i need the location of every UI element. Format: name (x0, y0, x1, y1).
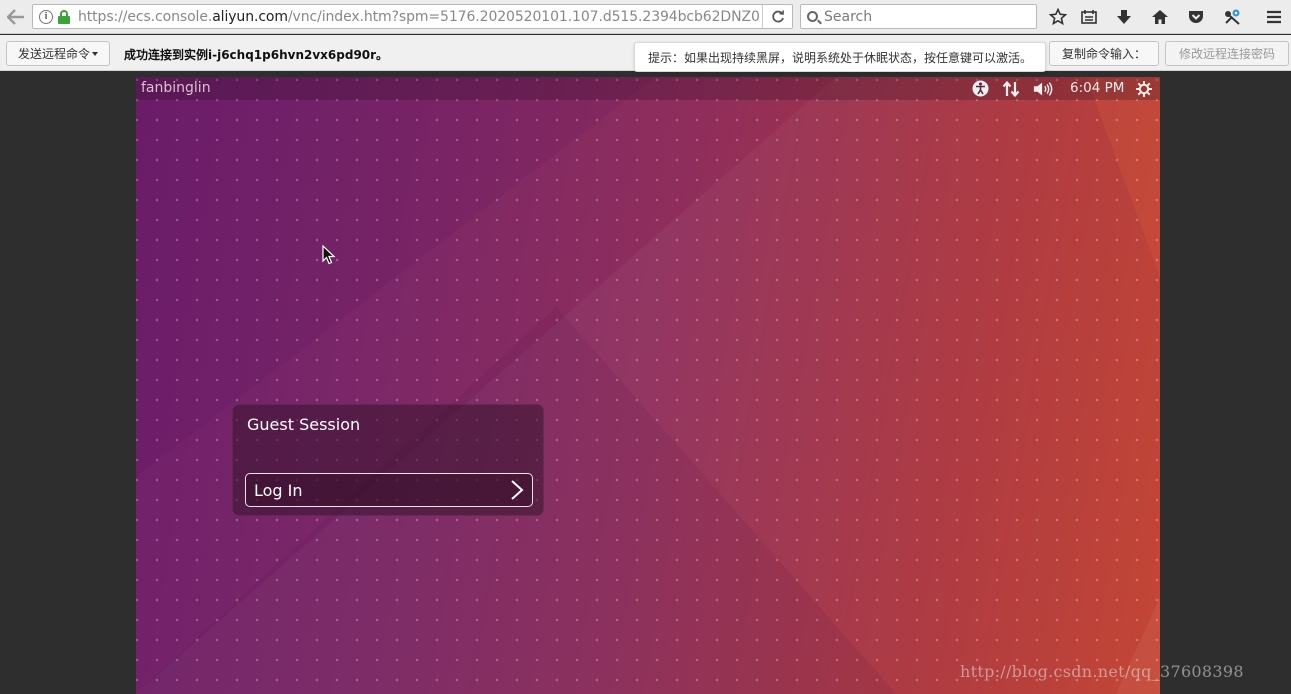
reload-icon[interactable] (762, 5, 792, 28)
extension-icon[interactable] (1218, 3, 1246, 31)
chevron-down-icon (92, 51, 98, 56)
send-remote-command-button[interactable]: 发送远程命令 (6, 41, 110, 66)
session-name[interactable]: Guest Session (247, 415, 360, 434)
chevron-right-icon (511, 480, 524, 500)
send-remote-command-label: 发送远程命令 (17, 47, 90, 61)
volume-icon[interactable] (1033, 79, 1053, 98)
power-gear-icon[interactable] (1134, 79, 1154, 98)
url-text[interactable]: https://ecs.console.aliyun.com/vnc/index… (78, 9, 762, 25)
copy-command-input-button[interactable]: 复制命令输入： (1049, 41, 1159, 66)
login-panel: Guest Session Log In (232, 404, 544, 516)
search-input[interactable] (824, 8, 1024, 25)
search-icon (807, 11, 818, 22)
mouse-cursor-icon (322, 245, 336, 265)
pocket-icon[interactable] (1182, 3, 1210, 31)
csdn-watermark: http://blog.csdn.net/qq_37608398 (960, 662, 1244, 681)
menu-icon[interactable] (1260, 3, 1288, 31)
accessibility-icon[interactable] (970, 79, 990, 98)
browser-toolbar: i https://ecs.console.aliyun.com/vnc/ind… (0, 0, 1291, 34)
download-icon[interactable] (1110, 3, 1138, 31)
home-icon[interactable] (1146, 3, 1174, 31)
url-bar[interactable]: i https://ecs.console.aliyun.com/vnc/ind… (32, 4, 793, 29)
back-icon[interactable] (2, 3, 30, 31)
black-screen-hint-tooltip: 提示：如果出现持续黑屏，说明系统处于休眠状态，按任意键可以激活。 (634, 42, 1046, 72)
connection-status-message: 成功连接到实例i-j6chq1p6hvn2vx6pd90r。 (124, 48, 389, 62)
log-in-label: Log In (254, 480, 303, 500)
vnc-remote-screen[interactable]: fanbinglin 6:04 PM Guest Session Log In (136, 77, 1160, 694)
panel-clock[interactable]: 6:04 PM (1070, 80, 1124, 96)
change-remote-password-button[interactable]: 修改远程连接密码 (1165, 41, 1289, 66)
search-bar[interactable] (800, 4, 1037, 29)
hostname-label: fanbinglin (141, 80, 211, 96)
ubuntu-top-panel: fanbinglin 6:04 PM (136, 77, 1160, 100)
lock-icon[interactable] (58, 9, 70, 24)
network-icon[interactable] (1001, 79, 1021, 98)
log-in-button[interactable]: Log In (245, 473, 533, 507)
info-icon[interactable]: i (39, 9, 53, 24)
wallpaper-dot-grid (136, 77, 1160, 694)
bookmark-star-icon[interactable] (1044, 3, 1072, 31)
reader-list-icon[interactable] (1075, 3, 1103, 31)
